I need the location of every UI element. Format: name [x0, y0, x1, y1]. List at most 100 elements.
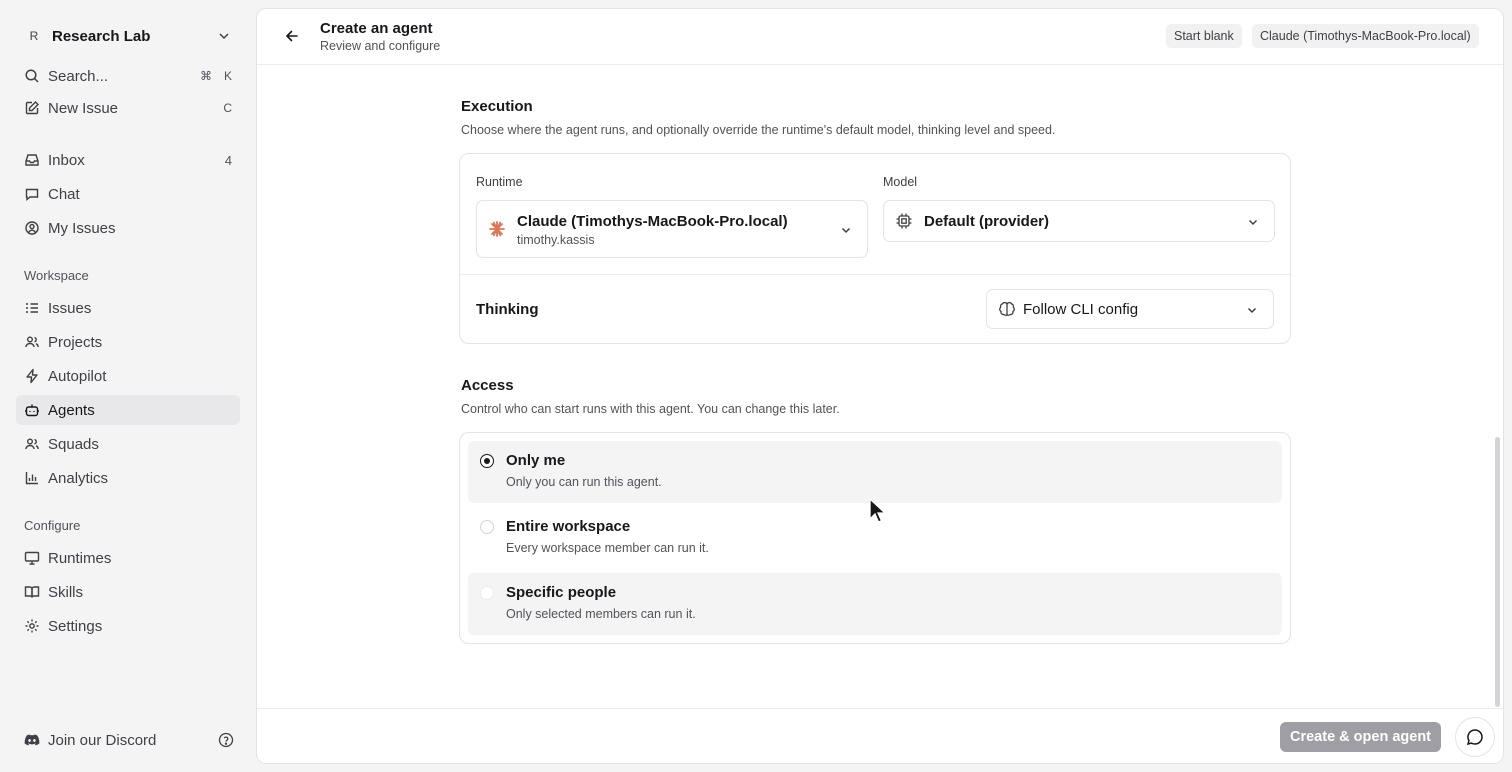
monitor-icon [24, 550, 40, 566]
users-icon [24, 334, 40, 350]
sidebar-item-label: Squads [48, 435, 99, 453]
sidebar: R Research Lab Search... ⌘ K New Issue C… [0, 0, 256, 772]
chevron-down-icon [1248, 219, 1258, 226]
sidebar-item-squads[interactable]: Squads [16, 429, 240, 459]
join-discord-link[interactable]: Join our Discord [16, 725, 196, 755]
radio-button[interactable] [480, 520, 494, 534]
execution-description: Choose where the agent runs, and optiona… [461, 123, 1056, 137]
lightning-icon [24, 368, 40, 384]
sidebar-item-label: Analytics [48, 469, 109, 487]
sidebar-item-label: Settings [48, 617, 103, 635]
runtime-select[interactable]: Claude (Timothys-MacBook-Pro.local) timo… [476, 200, 868, 258]
model-select[interactable]: Default (provider) [883, 200, 1275, 242]
chevron-down-icon [1247, 307, 1257, 314]
list-icon [24, 300, 40, 316]
workspace-name: Research Lab [52, 27, 151, 45]
sidebar-item-label: Autopilot [48, 367, 107, 385]
chip-icon [896, 213, 912, 229]
main-panel: Create an agent Review and configure Sta… [256, 8, 1504, 764]
sidebar-item-analytics[interactable]: Analytics [16, 463, 240, 493]
sidebar-item-autopilot[interactable]: Autopilot [16, 361, 240, 391]
option-title: Only me [506, 452, 566, 469]
execution-title: Execution [461, 98, 533, 115]
thinking-select[interactable]: Follow CLI config [986, 289, 1274, 329]
access-option-only-me[interactable]: Only me Only you can run this agent. [468, 441, 1282, 503]
discord-label: Join our Discord [48, 731, 157, 749]
sidebar-item-label: Agents [48, 401, 95, 419]
access-description: Control who can start runs with this age… [461, 402, 840, 416]
users-icon [24, 436, 40, 452]
option-description: Every workspace member can run it. [506, 541, 709, 555]
user-circle-icon [24, 220, 40, 236]
option-description: Only selected members can run it. [506, 607, 696, 621]
sidebar-item-runtimes[interactable]: Runtimes [16, 543, 240, 573]
scrollbar[interactable] [1495, 437, 1500, 707]
create-open-agent-button[interactable]: Create & open agent [1280, 722, 1441, 752]
model-label: Model [883, 175, 918, 189]
inbox-icon [24, 152, 40, 168]
bot-icon [24, 402, 40, 418]
search-label: Search... [48, 67, 109, 85]
brain-icon [999, 301, 1015, 316]
sidebar-item-chat[interactable]: Chat [16, 179, 240, 209]
model-value: Default (provider) [924, 213, 1050, 230]
mouse-cursor-icon [869, 498, 886, 523]
option-description: Only you can run this agent. [506, 475, 662, 489]
new-issue-shortcut: C [223, 101, 232, 115]
access-card: Only me Only you can run this agent. Ent… [459, 432, 1291, 644]
page-footer: Create & open agent [257, 708, 1503, 763]
sidebar-item-agents[interactable]: Agents [16, 395, 240, 425]
sidebar-item-label: My Issues [48, 219, 116, 237]
sidebar-item-label: Runtimes [48, 549, 112, 567]
page-subtitle: Review and configure [320, 39, 441, 53]
sidebar-item-projects[interactable]: Projects [16, 327, 240, 357]
page-title: Create an agent [320, 20, 433, 37]
sidebar-item-skills[interactable]: Skills [16, 577, 240, 607]
option-title: Entire workspace [506, 518, 631, 535]
page-header: Create an agent Review and configure Sta… [257, 9, 1503, 65]
shortcut-modifier: ⌘ [199, 69, 212, 83]
workspace-avatar: R [29, 29, 39, 43]
sidebar-item-label: Projects [48, 333, 103, 351]
new-issue-label: New Issue [48, 99, 119, 117]
sidebar-item-settings[interactable]: Settings [16, 611, 240, 641]
discord-icon [24, 732, 40, 748]
new-issue-button[interactable]: New Issue C [16, 93, 240, 123]
sidebar-item-label: Inbox [48, 151, 85, 169]
runtime-label: Runtime [476, 175, 523, 189]
option-title: Specific people [506, 584, 617, 601]
thinking-value: Follow CLI config [1023, 301, 1139, 318]
book-icon [24, 584, 40, 600]
sidebar-item-label: Chat [48, 185, 80, 203]
chevron-down-icon [841, 227, 851, 234]
workspace-switcher[interactable]: R Research Lab [16, 22, 240, 50]
help-circle-icon[interactable] [218, 732, 234, 748]
execution-card: Runtime Claude (Timothys-MacBook-Pro.loc… [459, 153, 1291, 344]
sidebar-item-label: Skills [48, 583, 84, 601]
access-option-specific-people[interactable]: Specific people Only selected members ca… [468, 573, 1282, 635]
bar-chart-icon [24, 470, 40, 486]
thinking-label: Thinking [476, 301, 539, 318]
runtime-chip[interactable]: Claude (Timothys-MacBook-Pro.local) [1252, 24, 1479, 48]
sidebar-item-issues[interactable]: Issues [16, 293, 240, 323]
chat-bubble-icon [24, 186, 40, 202]
sidebar-item-label: Issues [48, 299, 92, 317]
radio-button[interactable] [480, 454, 494, 468]
claude-logo-icon [489, 221, 505, 237]
chevron-down-icon [219, 33, 229, 40]
search-icon [24, 68, 40, 84]
sidebar-item-inbox[interactable]: Inbox 4 [16, 145, 240, 175]
arrow-left-icon[interactable] [283, 27, 301, 45]
access-title: Access [461, 377, 514, 394]
gear-icon [24, 618, 40, 634]
sidebar-item-my-issues[interactable]: My Issues [16, 213, 240, 243]
card-divider [460, 274, 1290, 275]
section-label-configure: Configure [24, 518, 81, 533]
start-blank-chip[interactable]: Start blank [1166, 24, 1242, 48]
chat-button[interactable] [1455, 717, 1495, 757]
radio-button[interactable] [480, 586, 494, 600]
shortcut-key: K [223, 69, 232, 83]
inbox-count: 4 [224, 152, 232, 168]
section-label-workspace: Workspace [24, 268, 89, 283]
search-button[interactable]: Search... ⌘ K [16, 61, 240, 91]
